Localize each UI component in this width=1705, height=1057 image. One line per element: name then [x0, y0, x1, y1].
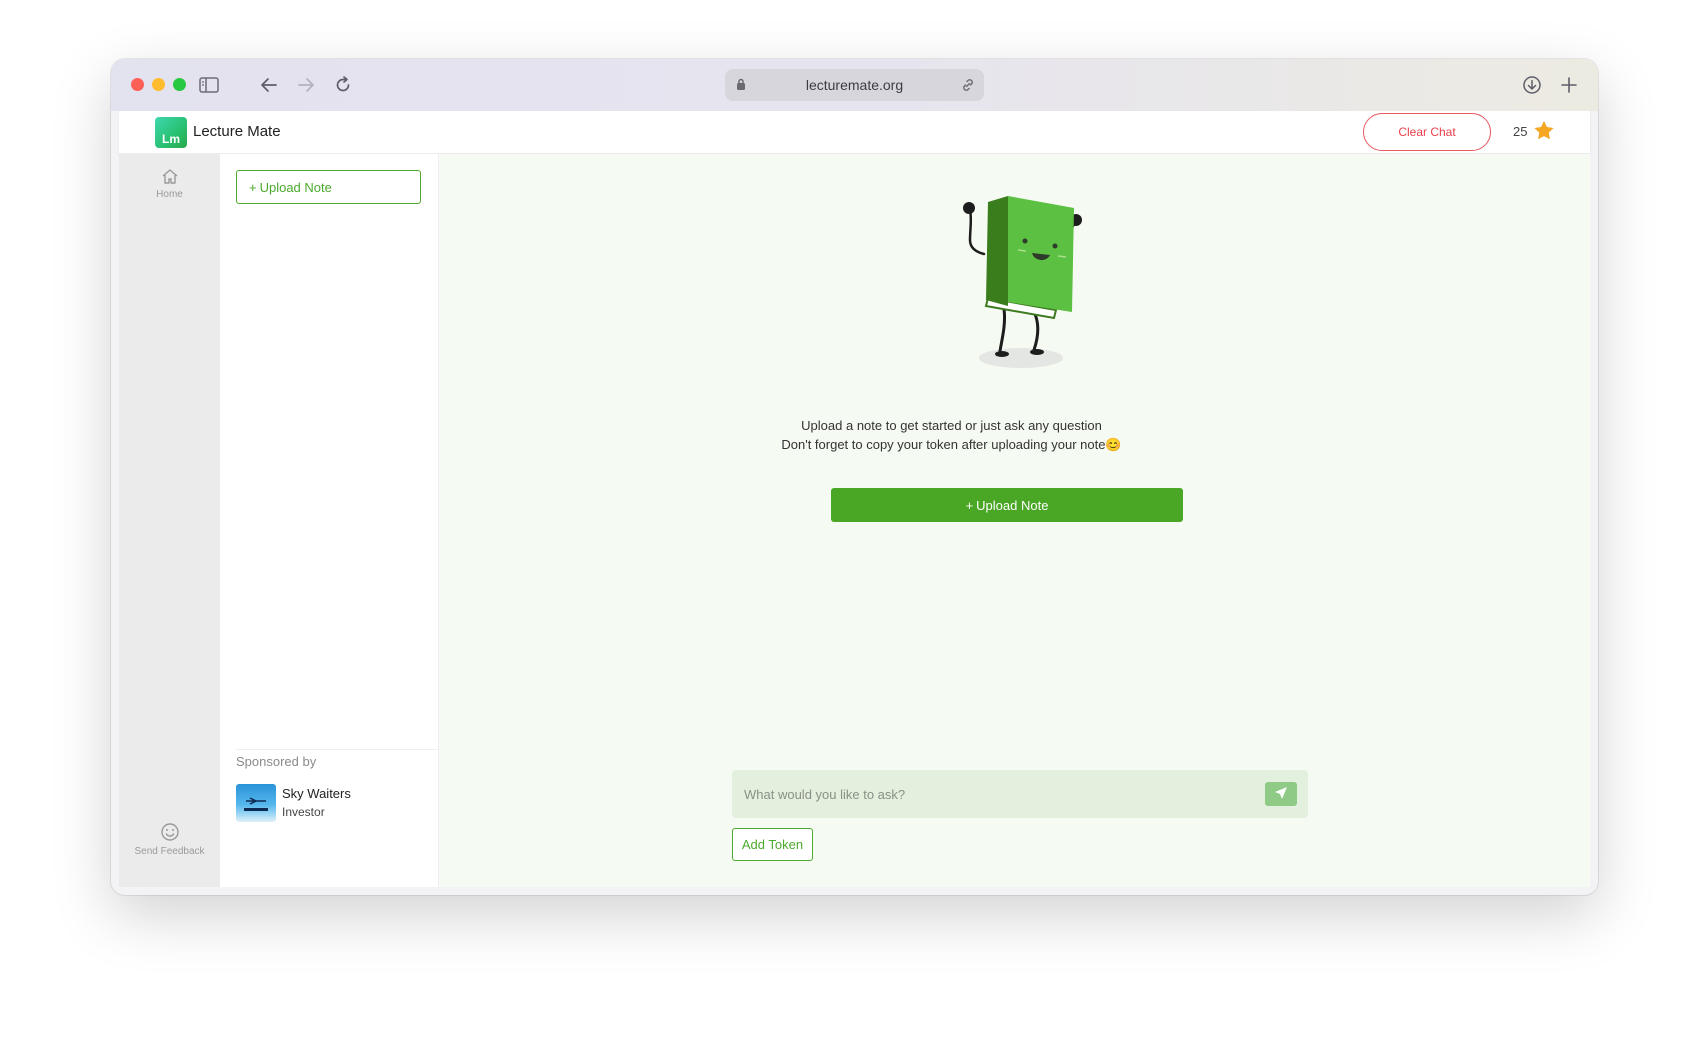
send-icon — [1274, 785, 1288, 804]
ask-box — [732, 770, 1308, 818]
rail-home-label: Home — [156, 189, 183, 200]
rail-feedback-label: Send Feedback — [134, 846, 205, 857]
minimize-window-button[interactable] — [152, 78, 165, 91]
rail-item-feedback[interactable]: Send Feedback — [119, 822, 220, 857]
sponsor-logo[interactable] — [236, 784, 276, 822]
intro-line-1: Upload a note to get started or just ask… — [801, 418, 1102, 433]
sidebar-upload-note-label: Upload Note — [259, 179, 332, 195]
lock-icon — [735, 77, 747, 94]
sidebar-upload-note-button[interactable]: + Upload Note — [236, 170, 421, 204]
forward-icon[interactable] — [292, 71, 320, 99]
address-bar[interactable]: lecturemate.org — [725, 69, 984, 101]
browser-toolbar: lecturemate.org — [111, 59, 1598, 111]
smiley-icon — [119, 822, 220, 842]
rail-item-home[interactable]: Home — [119, 168, 220, 200]
maximize-window-button[interactable] — [173, 78, 186, 91]
icon-rail: Home Send Feedback — [119, 154, 220, 887]
app-logo[interactable]: Lm — [155, 117, 187, 148]
chat-area: Upload a note to get started or just ask… — [439, 154, 1590, 887]
close-window-button[interactable] — [131, 78, 144, 91]
reload-icon[interactable] — [329, 71, 357, 99]
browser-window: lecturemate.org Lm Lecture Mate Clear Ch… — [111, 59, 1598, 895]
sponsor-divider — [236, 749, 439, 750]
ask-input[interactable] — [744, 780, 1244, 808]
send-button[interactable] — [1265, 782, 1297, 806]
sponsor-name[interactable]: Sky Waiters — [282, 786, 351, 801]
clear-chat-button[interactable]: Clear Chat — [1363, 113, 1491, 151]
plus-icon: + — [249, 179, 257, 195]
star-icon — [1533, 120, 1555, 145]
book-mascot-illustration — [944, 194, 1094, 373]
intro-line-2: Don't forget to copy your token after up… — [781, 437, 1122, 452]
download-icon[interactable] — [1518, 71, 1546, 99]
add-token-button[interactable]: Add Token — [732, 828, 813, 861]
main-upload-note-button[interactable]: + Upload Note — [831, 488, 1183, 522]
sponsor-role: Investor — [282, 805, 325, 819]
notes-panel: + Upload Note Sponsored by Sky Waiters I… — [220, 154, 439, 887]
main-upload-note-label: Upload Note — [976, 497, 1049, 513]
points-count: 25 — [1513, 124, 1528, 139]
intro-text: Upload a note to get started or just ask… — [739, 416, 1164, 454]
sponsor-heading: Sponsored by — [236, 754, 317, 769]
plus-icon: + — [965, 497, 974, 513]
app-header: Lm Lecture Mate Clear Chat 25 — [119, 111, 1590, 154]
app-brand-name: Lecture Mate — [193, 123, 281, 140]
sidebar-toggle-icon[interactable] — [195, 71, 223, 99]
url-text: lecturemate.org — [805, 77, 904, 93]
back-icon[interactable] — [255, 71, 283, 99]
web-page: Lm Lecture Mate Clear Chat 25 Home Send … — [119, 111, 1590, 887]
link-icon[interactable] — [960, 77, 976, 96]
home-icon — [119, 168, 220, 185]
new-tab-icon[interactable] — [1555, 71, 1583, 99]
